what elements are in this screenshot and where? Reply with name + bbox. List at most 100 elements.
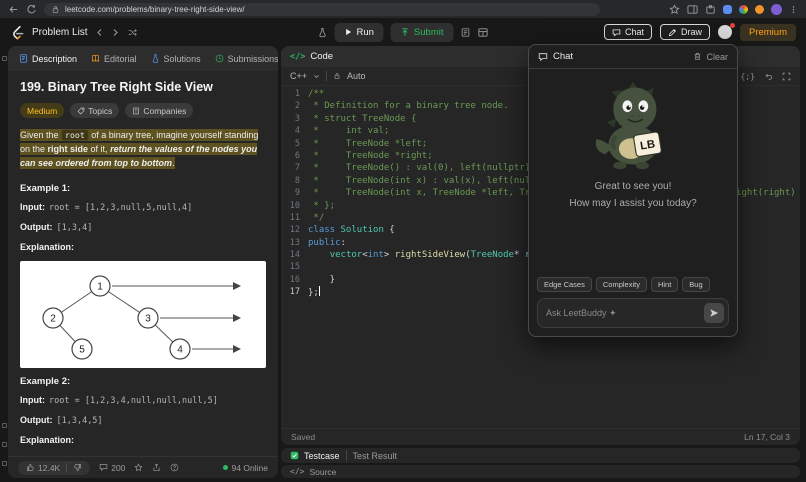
share-icon	[153, 463, 160, 471]
testcase-check-icon	[290, 451, 299, 460]
user-avatar[interactable]	[717, 23, 735, 39]
screen: leetcode.com/problems/binary-tree-right-…	[0, 0, 806, 482]
rail-panel-icon[interactable]	[1, 56, 7, 61]
tab-submissions-label: Submissions	[227, 53, 278, 64]
tab-editorial[interactable]: Editorial	[84, 46, 144, 71]
premium-button[interactable]: Premium	[739, 23, 796, 41]
auto-toggle[interactable]: Auto	[347, 71, 366, 81]
url-text: leetcode.com/problems/binary-tree-right-…	[65, 4, 245, 14]
chat-bubble-icon	[612, 28, 621, 37]
fullscreen-icon[interactable]	[782, 72, 791, 81]
source-panel[interactable]: Source	[281, 465, 800, 478]
companies-badge[interactable]: Companies	[125, 103, 194, 118]
online-indicator: 94 Online	[222, 463, 268, 473]
thumbs-down-icon	[74, 464, 82, 471]
send-button[interactable]	[704, 303, 724, 323]
extensions-puzzle-icon[interactable]	[705, 4, 716, 15]
chat-input[interactable]	[546, 308, 699, 318]
tab-testcase[interactable]: Testcase	[290, 451, 340, 461]
rail-terminal-icon[interactable]	[1, 442, 7, 447]
draw-button[interactable]: Draw	[659, 24, 710, 40]
topics-label: Topics	[88, 105, 113, 116]
submissions-icon	[215, 54, 223, 63]
browser-menu-icon[interactable]	[789, 4, 798, 15]
rail-grid-icon[interactable]	[1, 423, 7, 428]
badge-row: Medium Topics Companies	[20, 103, 266, 118]
chip-edge-cases[interactable]: Edge Cases	[537, 277, 592, 292]
play-icon	[346, 29, 352, 35]
description-footer: 12.4K 200 94 Online	[8, 456, 278, 478]
problem-list-link[interactable]: Problem List	[32, 27, 88, 38]
share-button[interactable]	[152, 463, 161, 472]
example-1: Example 1: Input: root = [1,2,3,null,5,nu…	[20, 183, 266, 368]
comment-count: 200	[111, 462, 126, 473]
example-1-output: Output: [1,3,4]	[20, 221, 93, 233]
submit-button[interactable]: Submit	[390, 22, 454, 42]
tab-solutions-label: Solutions	[163, 53, 201, 64]
run-label: Run	[356, 26, 374, 38]
leetcode-logo[interactable]	[10, 25, 25, 40]
clear-chat-button[interactable]: Clear	[693, 52, 728, 62]
favorite-button[interactable]	[134, 463, 144, 472]
bookmark-star-icon[interactable]	[669, 3, 680, 15]
tab-submissions[interactable]: Submissions	[208, 46, 278, 71]
tree-node: 1	[97, 281, 103, 292]
tree-diagram: 1 2 3 5 4	[20, 260, 266, 368]
language-selector[interactable]: C++	[290, 71, 307, 81]
comments-button[interactable]: 200	[99, 463, 125, 473]
chip-complexity[interactable]: Complexity	[595, 277, 647, 292]
chip-hint[interactable]: Hint	[650, 277, 679, 292]
tab-description[interactable]: Description	[12, 46, 84, 71]
tab-editorial-label: Editorial	[104, 53, 137, 64]
chip-bug[interactable]: Bug	[682, 277, 710, 292]
prev-problem-icon[interactable]	[95, 28, 104, 37]
side-panel-icon[interactable]	[687, 4, 698, 15]
companies-label: Companies	[143, 105, 187, 116]
topics-badge[interactable]: Topics	[70, 103, 120, 118]
shuffle-icon[interactable]	[127, 28, 138, 37]
extension-icon-blue[interactable]	[723, 4, 732, 14]
chat-toggle-button[interactable]: Chat	[603, 24, 652, 40]
chevron-down-icon[interactable]	[313, 73, 320, 80]
format-braces-icon[interactable]	[741, 71, 755, 81]
submit-label: Submit	[413, 26, 444, 38]
browser-profile-avatar[interactable]	[771, 3, 782, 15]
notes-icon[interactable]	[461, 27, 471, 38]
solutions-icon	[152, 54, 158, 63]
next-problem-icon[interactable]	[111, 28, 120, 37]
example-2-label: Example 2:	[20, 375, 71, 387]
dislike-button[interactable]	[73, 463, 82, 472]
auto-lock-icon	[333, 72, 341, 80]
tab-test-result[interactable]: Test Result	[353, 451, 398, 461]
tree-node: 5	[79, 344, 85, 355]
back-icon[interactable]	[8, 4, 19, 15]
tab-solutions[interactable]: Solutions	[144, 46, 208, 71]
like-count: 12.4K	[38, 462, 61, 473]
comment-icon	[100, 464, 108, 472]
source-code-icon	[290, 467, 304, 476]
chat-greeting: Great to see you! How may I assist you t…	[569, 179, 696, 212]
nav-center: Run Submit	[317, 18, 488, 46]
nav-left: Problem List	[10, 25, 138, 40]
nav-right: Chat Draw Premium	[603, 23, 796, 41]
lock-icon	[51, 5, 60, 14]
thumbs-up-icon	[27, 464, 34, 471]
undo-icon[interactable]	[764, 72, 773, 81]
rail-help-icon[interactable]	[1, 461, 7, 466]
description-panel: Description Editorial Solutions Submissi…	[8, 46, 278, 478]
refresh-icon[interactable]	[26, 4, 37, 15]
extension-icon-leetbuddy[interactable]	[755, 4, 764, 14]
source-label: Source	[309, 466, 337, 477]
like-button[interactable]: 12.4K	[26, 463, 60, 473]
address-bar[interactable]: leetcode.com/problems/binary-tree-right-…	[44, 2, 600, 16]
code-panel-title: Code	[310, 51, 334, 62]
example-2: Example 2: Input: root = [1,2,3,4,null,nu…	[20, 376, 266, 445]
extension-icon-multicolor[interactable]	[739, 4, 748, 14]
chat-header: Chat Clear	[529, 45, 737, 69]
layout-icon[interactable]	[478, 27, 489, 38]
run-button[interactable]: Run	[334, 22, 384, 42]
feedback-button[interactable]	[170, 463, 179, 472]
difficulty-badge[interactable]: Medium	[20, 103, 65, 118]
description-content: 199. Binary Tree Right Side View Medium …	[8, 71, 278, 456]
debug-icon[interactable]	[317, 27, 327, 38]
